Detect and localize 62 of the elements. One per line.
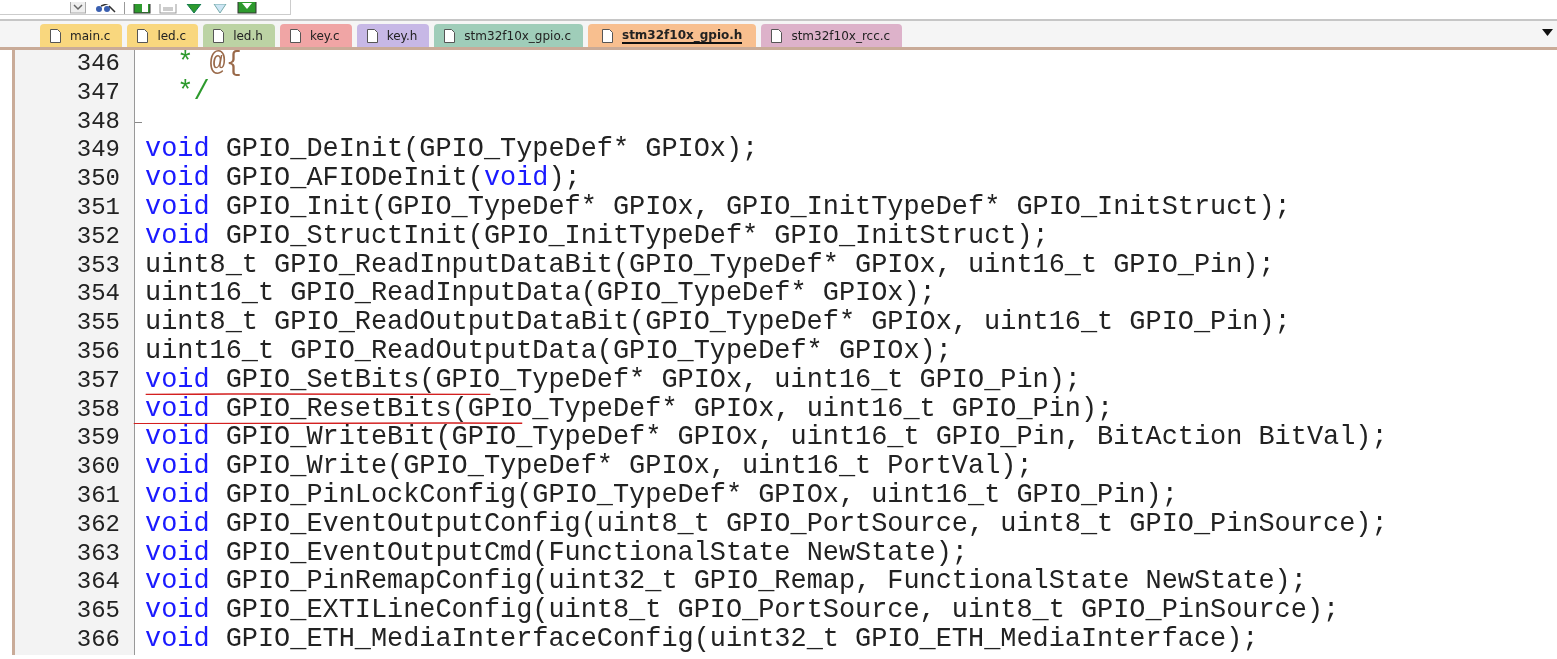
file-tab[interactable]: stm32f10x_gpio.c <box>434 24 583 47</box>
line-number: 349 <box>15 136 135 166</box>
line-number: 354 <box>15 280 135 310</box>
code-line: * @{ <box>176 50 242 76</box>
line-number: 350 <box>15 165 135 194</box>
code-line: void GPIO_StructInit(GPIO_InitTypeDef* GPIO_InitStruct); <box>144 222 1049 249</box>
line-number: 366 <box>15 625 135 655</box>
line-number: 351 <box>15 194 135 223</box>
code-line: void GPIO_PinRemapConfig(uint32_t GPIO_Remap, FunctionalState NewState); <box>144 568 1307 595</box>
line-number: 355 <box>15 309 135 338</box>
dropdown-icon[interactable] <box>70 2 86 14</box>
file-tab[interactable]: key.h <box>356 24 430 47</box>
code-line: void GPIO_Init(GPIO_TypeDef* GPIOx, GPIO_InitTypeDef* GPIO_InitStruct); <box>144 194 1291 220</box>
file-icon <box>289 28 301 43</box>
code-line: uint8_t GPIO_ReadOutputDataBit(GPIO_TypeDef* GPIOx, uint16_t GPIO_Pin); <box>144 309 1291 336</box>
file-icon <box>771 28 783 43</box>
file-tab[interactable]: stm32f10x_rcc.c <box>761 24 903 47</box>
line-number: 363 <box>15 539 135 569</box>
file-icon <box>366 28 378 43</box>
file-tab[interactable]: main.c <box>40 24 123 47</box>
line-number: 357 <box>15 366 135 396</box>
file-icon <box>137 28 149 43</box>
line-number: 347 <box>15 78 135 108</box>
file-icon <box>50 28 61 43</box>
code-line: void GPIO_WriteBit(GPIO_TypeDef* GPIOx, uint16_t GPIO_Pin, BitAction BitVal); <box>144 424 1388 451</box>
code-line: void GPIO_PinLockConfig(GPIO_TypeDef* GPIOx, uint16_t GPIO_Pin); <box>144 481 1178 508</box>
code-line: uint8_t GPIO_ReadInputDataBit(GPIO_TypeDef* GPIOx, uint16_t GPIO_Pin); <box>144 251 1275 278</box>
window-icon[interactable] <box>133 4 151 14</box>
fold-marker <box>135 121 142 123</box>
line-number: 353 <box>15 251 135 281</box>
line-number: 360 <box>15 453 135 482</box>
line-number: 356 <box>15 337 135 367</box>
file-tab[interactable]: stm32f10x_gpio.h <box>588 24 757 47</box>
download-icon[interactable] <box>185 4 203 14</box>
line-number: 352 <box>15 222 135 252</box>
dropdown-arrow-icon[interactable] <box>1542 29 1553 36</box>
code-line: void GPIO_EXTILineConfig(uint8_t GPIO_PortSource, uint8_t GPIO_PinSource); <box>144 597 1340 624</box>
file-icon <box>602 28 613 43</box>
load-icon[interactable] <box>237 2 257 14</box>
line-number: 365 <box>15 597 135 626</box>
code-line: void GPIO_DeInit(GPIO_TypeDef* GPIOx); <box>144 136 759 163</box>
code-line: void GPIO_EventOutputConfig(uint8_t GPIO_PortSource, uint8_t GPIO_PinSource); <box>144 510 1388 537</box>
code-line: void GPIO_EventOutputCmd(FunctionalState NewState); <box>144 539 968 566</box>
line-number: 346 <box>15 50 135 79</box>
file-tab[interactable]: led.h <box>203 24 275 47</box>
code-line: void GPIO_ResetBits(GPIO_TypeDef* GPIOx, uint16_t GPIO_Pin); <box>144 395 1114 422</box>
code-line: */ <box>176 78 210 105</box>
file-tab[interactable]: led.c <box>127 24 199 47</box>
code-line: void GPIO_AFIODeInit(void); <box>144 165 581 192</box>
line-number: 358 <box>15 395 135 425</box>
file-icon <box>213 28 225 43</box>
line-number: 362 <box>15 510 135 540</box>
line-number: 364 <box>15 568 135 598</box>
file-icon <box>444 28 456 43</box>
code-line: void GPIO_SetBits(GPIO_TypeDef* GPIOx, uint16_t GPIO_Pin); <box>144 366 1081 393</box>
code-line: void GPIO_ETH_MediaInterfaceConfig(uint32_t GPIO_ETH_MediaInterface); <box>144 625 1259 652</box>
code-line: uint16_t GPIO_ReadOutputData(GPIO_TypeDef* GPIOx); <box>144 337 952 364</box>
code-line: void GPIO_Write(GPIO_TypeDef* GPIOx, uint16_t PortVal); <box>144 453 1033 480</box>
file-tab[interactable]: key.c <box>279 24 352 47</box>
line-number: 361 <box>15 481 135 511</box>
code-line: uint16_t GPIO_ReadInputData(GPIO_TypeDef* GPIOx); <box>144 280 936 307</box>
line-number: 359 <box>15 424 135 454</box>
